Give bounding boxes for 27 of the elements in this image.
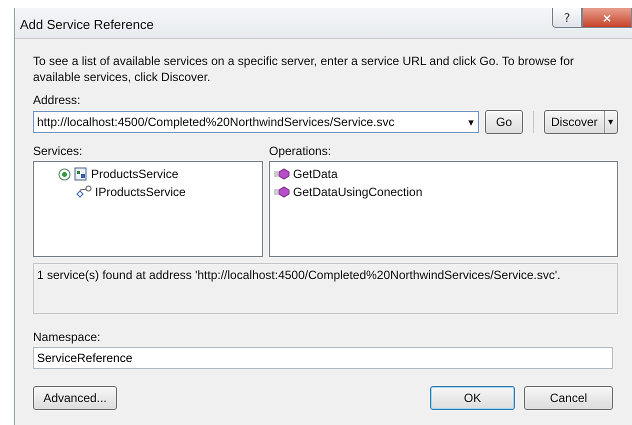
interface-icon [76, 185, 92, 199]
tree-item[interactable]: IProductsService [95, 185, 186, 199]
services-label: Services: [33, 144, 84, 158]
ok-button[interactable]: OK [430, 386, 515, 410]
namespace-label: Namespace: [33, 330, 102, 344]
namespace-field[interactable]: ServiceReference [33, 347, 613, 369]
go-button[interactable]: Go [485, 110, 523, 134]
instructions-text: To see a list of available services on a specific server, enter a service URL and click Go. To browse for available services, click Discover. [33, 53, 575, 85]
service-icon [74, 167, 88, 181]
operation-item[interactable]: GetDataUsingConection [293, 185, 422, 199]
help-button[interactable]: ? [552, 8, 582, 28]
tree-item[interactable]: ProductsService [91, 167, 178, 181]
address-label: Address: [33, 93, 82, 107]
method-icon [274, 168, 290, 180]
operations-label: Operations: [269, 144, 332, 158]
address-field[interactable]: http://localhost:4500/Completed%20NorthwindServices/Service.svc ▾ [33, 111, 479, 133]
advanced-button[interactable]: Advanced... [33, 386, 117, 410]
operation-item[interactable]: GetData [293, 167, 338, 181]
discover-split-button[interactable]: Discover ▾ [544, 110, 618, 134]
method-icon [274, 186, 290, 198]
dropdown-arrow-icon[interactable]: ▾ [604, 111, 617, 133]
expander-icon[interactable] [58, 168, 71, 180]
window-title: Add Service Reference [19, 16, 154, 32]
dropdown-arrow-icon[interactable]: ▾ [464, 116, 478, 128]
cancel-button[interactable]: Cancel [524, 386, 613, 410]
discover-button[interactable]: Discover [545, 111, 605, 133]
status-text: 1 service(s) found at address 'http://localhost:4500/Completed%20NorthwindServices/Service.svc'. [37, 268, 560, 282]
